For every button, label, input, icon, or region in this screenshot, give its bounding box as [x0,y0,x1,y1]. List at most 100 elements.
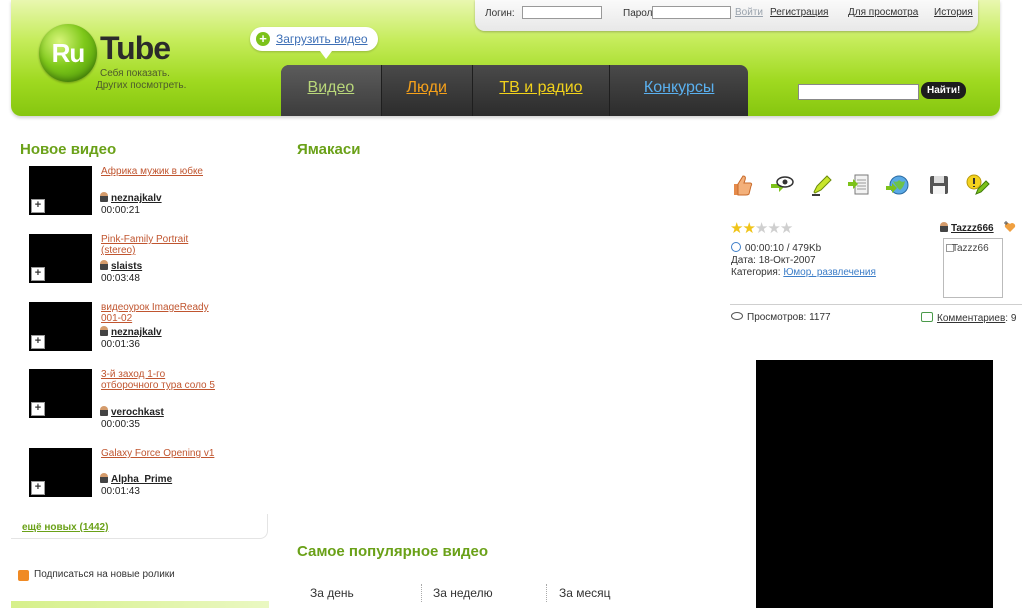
star-icon[interactable]: ★ [780,220,793,237]
star-icon[interactable]: ★ [755,220,768,237]
embed-document-icon[interactable] [846,172,872,198]
thumbs-up-icon[interactable] [728,172,754,198]
author-name: Tazzz666 [951,223,994,234]
views-count: Просмотров: 1177 [731,312,831,323]
highlighter-icon[interactable] [808,172,834,198]
user-icon [940,222,948,232]
add-icon[interactable]: + [31,335,45,349]
avatar[interactable]: Tazzz66 [943,238,1003,298]
category-link[interactable]: Юмор, развлечения [783,267,876,278]
comments-value: : 9 [1005,313,1017,324]
comments-link[interactable]: Комментариев [937,313,1005,324]
tab-week[interactable]: За неделю [433,586,493,600]
video-player[interactable] [756,360,993,608]
video-thumbnail[interactable]: + [29,448,92,497]
login-input[interactable] [522,6,602,19]
subscribe-link[interactable]: Подписаться на новые ролики [34,569,175,580]
watch-eye-icon[interactable] [768,172,794,198]
logo-tagline: Себя показать. Других посмотреть. [96,68,186,92]
add-friend-icon[interactable] [1003,221,1017,233]
video-user-link[interactable]: Alpha_Prime [100,473,172,485]
tab-people[interactable]: Люди [382,65,473,116]
comments-count: Комментариев: 9 [921,312,1016,324]
login-bar: Логин: Пароль: Войти Регистрация Для про… [475,0,978,31]
video-duration: 00:00:35 [101,419,140,430]
tab-tv-radio[interactable]: ТВ и радио [473,65,611,116]
upload-video-bubble[interactable]: + Загрузить видео [250,27,378,59]
tab-contests[interactable]: Конкурсы [610,65,748,116]
video-user-name: Alpha_Prime [111,474,173,485]
upload-video-link[interactable]: Загрузить видео [276,32,368,46]
user-icon [100,326,108,336]
video-user-link[interactable]: neznajkalv [100,192,162,204]
rating-stars[interactable]: ★★★★★ [730,219,793,237]
login-button[interactable]: Войти [735,7,763,18]
list-item: + видеоурок ImageReady 001-02 neznajkalv… [29,302,269,354]
register-link[interactable]: Регистрация [770,7,828,18]
tab-month[interactable]: За месяц [559,586,611,600]
search-button[interactable]: Найти! [921,82,967,99]
video-user-link[interactable]: slaists [100,260,142,272]
plus-icon: + [256,32,270,46]
video-thumbnail[interactable]: + [29,234,92,283]
video-user-name: neznajkalv [111,327,162,338]
list-item: + Galaxy Force Opening v1 Alpha_Prime 00… [29,448,269,500]
add-icon[interactable]: + [31,267,45,281]
date-line: Дата: 18-Окт-2007 [731,255,816,266]
video-title-link[interactable]: Африка мужик в юбке [101,166,221,177]
login-label: Логин: [485,8,515,19]
for-viewing-link[interactable]: Для просмотра [848,7,918,18]
divider [730,304,1022,305]
main-nav-tabs: Видео Люди ТВ и радио Конкурсы [281,65,748,116]
user-icon [100,260,108,270]
video-thumbnail[interactable]: + [29,302,92,351]
avatar-alt-text: Tazzz66 [952,243,989,254]
star-icon[interactable]: ★ [742,220,755,237]
add-icon[interactable]: + [31,402,45,416]
edit-pencil-icon[interactable] [964,172,990,198]
rss-icon[interactable] [18,570,29,581]
video-title-link[interactable]: видеоурок ImageReady 001-02 [101,302,221,324]
video-thumbnail[interactable]: + [29,369,92,418]
more-new-videos-link[interactable]: ещё новых (1442) [22,522,108,533]
video-title: Ямакаси [297,141,361,158]
user-icon [100,406,108,416]
add-icon[interactable]: + [31,481,45,495]
video-duration: 00:01:36 [101,339,140,350]
views-label: Просмотров: [747,312,807,323]
duration-size-value: 00:00:10 / 479Kb [745,243,822,254]
video-thumbnail[interactable]: + [29,166,92,215]
password-input[interactable] [652,6,731,19]
video-user-name: slaists [111,261,143,272]
duration-size: 00:00:10 / 479Kb [731,242,821,254]
divider [546,584,547,602]
tab-day[interactable]: За день [310,586,354,600]
star-icon[interactable]: ★ [730,220,743,237]
left-bottom-bar [11,601,269,608]
video-title-link[interactable]: 3-й заход 1-го отборочного тура соло 5 [101,369,221,391]
share-globe-icon[interactable] [884,172,910,198]
history-link[interactable]: История [934,7,973,18]
logo-ball[interactable]: Ru [39,24,97,82]
category-line: Категория: Юмор, развлечения [731,267,876,278]
star-icon[interactable]: ★ [767,220,780,237]
video-duration: 00:03:48 [101,273,140,284]
tagline-line-1: Себя показать. [100,68,170,79]
video-user-link[interactable]: neznajkalv [100,326,162,338]
video-duration: 00:00:21 [101,205,140,216]
clock-icon [731,242,741,252]
video-title-link[interactable]: Pink-Family Portrait (stereo) [101,234,221,256]
search-input[interactable] [798,84,919,100]
video-user-name: neznajkalv [111,193,162,204]
video-title-link[interactable]: Galaxy Force Opening v1 [101,448,221,459]
logo-text[interactable]: Tube [100,30,171,67]
video-user-link[interactable]: verochkast [100,406,164,418]
category-label: Категория: [731,267,781,278]
author-link[interactable]: Tazzz666 [940,222,994,234]
add-icon[interactable]: + [31,199,45,213]
divider [421,584,422,602]
new-video-heading: Новое видео [20,141,117,158]
tab-video[interactable]: Видео [281,65,382,116]
save-disk-icon[interactable] [926,172,952,198]
eye-icon [731,312,743,320]
